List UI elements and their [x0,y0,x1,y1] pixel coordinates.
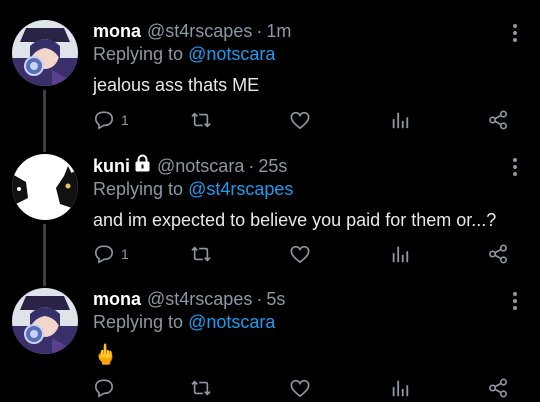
retweet-button[interactable] [190,110,212,130]
separator: · [256,289,263,309]
replying-to-line: Replying to @st4rscapes [93,178,500,200]
share-icon [488,378,507,398]
share-button[interactable] [487,110,509,130]
retweet-button[interactable] [190,378,212,398]
anime-avatar-icon [12,288,78,354]
separator: · [248,155,255,176]
user-handle[interactable]: @st4rscapes [147,288,252,310]
avatar[interactable] [12,154,78,220]
like-button[interactable] [289,110,311,130]
user-handle[interactable]: @st4rscapes [147,20,252,42]
timestamp[interactable]: 25s [258,155,287,177]
timestamp[interactable]: 1m [266,20,291,42]
reply-icon [94,379,114,398]
reply-count: 1 [121,246,129,262]
analytics-button[interactable] [389,110,411,130]
reply-count: 1 [121,112,129,128]
display-name[interactable]: mona [93,20,141,42]
reply-button[interactable]: 1 [93,244,129,264]
replying-to-label: Replying to [93,312,184,332]
action-bar: 1 [93,244,510,266]
retweet-icon [191,246,211,262]
more-options-icon[interactable] [512,24,518,42]
heart-icon [290,245,310,264]
reply-button[interactable]: 1 [93,110,129,130]
share-button[interactable] [487,244,509,264]
tweet[interactable]: kuni @notscara · 25s Replying to @st4rsc… [0,134,540,268]
retweet-button[interactable] [190,244,212,264]
retweet-icon [191,112,211,128]
avatar[interactable] [12,20,78,86]
avatar[interactable] [12,288,78,354]
tweet[interactable]: mona @st4rscapes · 5s Replying to @notsc… [0,268,540,402]
analytics-button[interactable] [389,378,411,398]
share-icon [488,244,507,264]
replying-to-line: Replying to @notscara [93,311,500,333]
tweet[interactable]: mona @st4rscapes · 1m Replying to @notsc… [0,0,540,134]
display-name[interactable]: kuni [93,155,130,177]
mention-link[interactable]: @notscara [188,44,275,64]
more-options-icon[interactable] [512,158,518,176]
anime-avatar-icon [12,20,78,86]
reply-icon [94,111,114,130]
action-bar [93,378,510,400]
tweet-text: and im expected to believe you paid for … [93,210,497,230]
analytics-icon [392,380,409,397]
display-name[interactable]: mona [93,288,141,310]
share-button[interactable] [487,378,509,398]
tweet-text: jealous ass thats ME [93,75,260,95]
more-options-icon[interactable] [512,292,518,310]
mention-link[interactable]: @st4rscapes [188,179,293,199]
retweet-icon [191,380,211,396]
separator: · [256,21,263,41]
reply-icon [94,245,114,264]
heart-icon [290,379,310,398]
share-icon [488,110,507,130]
like-button[interactable] [289,244,311,264]
reply-button[interactable] [93,378,121,398]
analytics-icon [392,112,409,129]
mention-link[interactable]: @notscara [188,312,275,332]
analytics-button[interactable] [389,244,411,264]
cat-avatar-icon [12,154,78,220]
tweet-text: 🖕 [93,344,118,366]
analytics-icon [392,246,409,263]
timestamp[interactable]: 5s [266,288,285,310]
like-button[interactable] [289,378,311,398]
replying-to-line: Replying to @notscara [93,43,500,65]
user-handle[interactable]: @notscara [157,155,244,177]
replying-to-label: Replying to [93,179,184,199]
lock-icon [134,154,151,177]
action-bar: 1 [93,110,510,132]
heart-icon [290,111,310,130]
replying-to-label: Replying to [93,44,184,64]
